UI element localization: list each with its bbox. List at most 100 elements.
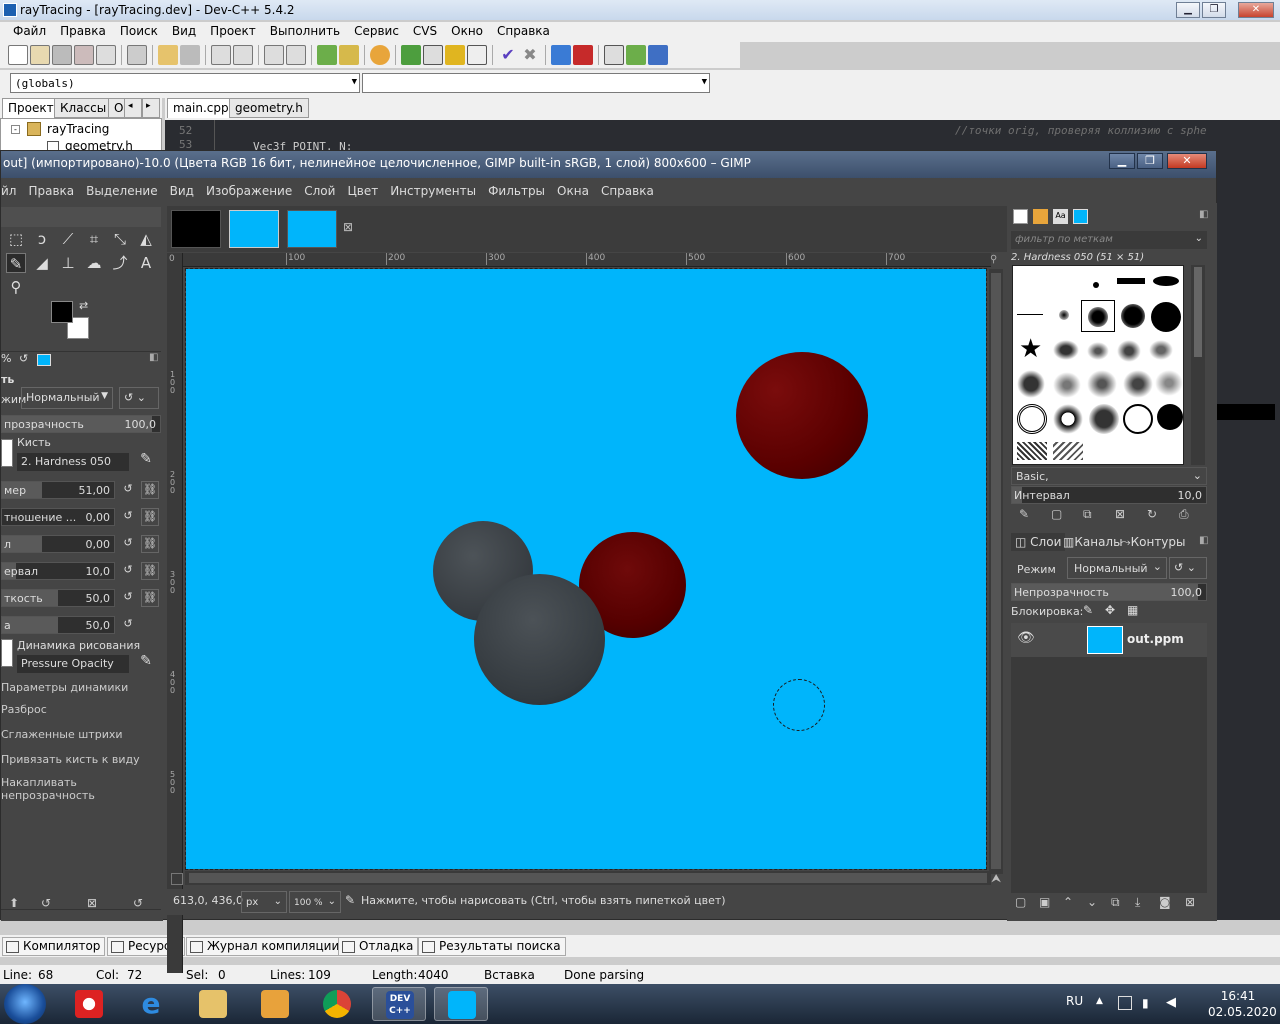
- tab-compile-log[interactable]: Журнал компиляции: [186, 937, 345, 956]
- edit-brush-action-icon[interactable]: ✎: [1019, 507, 1029, 521]
- menu-view[interactable]: Вид: [165, 22, 203, 42]
- compile-icon[interactable]: [401, 45, 421, 65]
- taskbar-app-media[interactable]: [248, 987, 302, 1021]
- eye-icon[interactable]: 👁: [1017, 630, 1035, 646]
- profile-icon[interactable]: [551, 45, 571, 65]
- class-browser-icon[interactable]: [604, 45, 624, 65]
- force-spin[interactable]: а 50,0: [1, 616, 115, 634]
- compile-run-icon[interactable]: [445, 45, 465, 65]
- raise-layer-icon[interactable]: ⌃: [1063, 895, 1073, 909]
- brush-item[interactable]: [1123, 404, 1153, 434]
- taskbar-app-ie[interactable]: e: [124, 987, 178, 1021]
- gimp-menu-tools[interactable]: Инструменты: [384, 181, 482, 203]
- dynamics-params-expander[interactable]: Параметры динамики: [1, 681, 128, 694]
- tool-presets-icon[interactable]: %: [1, 352, 11, 365]
- link-icon[interactable]: ⛓: [141, 589, 159, 607]
- gimp-menu-edit[interactable]: Правка: [22, 181, 80, 203]
- brush-item[interactable]: [1153, 276, 1179, 286]
- paths-icon[interactable]: ⤴: [110, 253, 130, 273]
- devcpp-maximize-button[interactable]: ❐: [1202, 2, 1226, 18]
- gimp-maximize-button[interactable]: ❐: [1137, 153, 1163, 169]
- text-tool-icon[interactable]: A: [136, 253, 156, 273]
- layers-dock-menu-icon[interactable]: ◧: [1199, 535, 1208, 546]
- tag-filter-input[interactable]: фильтр по меткам ⌄: [1011, 231, 1207, 249]
- close-file-icon[interactable]: [96, 45, 116, 65]
- hardness-spin[interactable]: ткость 50,0: [1, 589, 115, 607]
- brush-item[interactable]: [1017, 314, 1043, 315]
- size-spin[interactable]: мер 51,00: [1, 481, 115, 499]
- brush-grid[interactable]: ★: [1012, 265, 1184, 465]
- gimp-menu-help[interactable]: Справка: [595, 181, 660, 203]
- gimp-menu-view[interactable]: Вид: [164, 181, 200, 203]
- taskbar-app-first-aid[interactable]: [62, 987, 116, 1021]
- foreground-color-swatch[interactable]: [51, 301, 73, 323]
- tab-layers[interactable]: ◫ Слои: [1011, 533, 1066, 551]
- taskbar-app-chrome[interactable]: [310, 987, 364, 1021]
- menu-tools[interactable]: Сервис: [347, 22, 406, 42]
- crop-icon[interactable]: ⌗: [84, 229, 104, 249]
- reset-icon[interactable]: ↺: [119, 508, 137, 526]
- reset-icon[interactable]: ↺: [119, 589, 137, 607]
- undo-icon[interactable]: [158, 45, 178, 65]
- gimp-menu-windows[interactable]: Окна: [551, 181, 595, 203]
- brush-item[interactable]: [1053, 340, 1079, 360]
- save-icon[interactable]: [52, 45, 72, 65]
- image-canvas[interactable]: [185, 268, 987, 870]
- link-icon[interactable]: ⛓: [141, 481, 159, 499]
- collapse-icon[interactable]: -: [11, 125, 20, 134]
- syntax-check-icon[interactable]: ✔: [498, 45, 518, 65]
- brushes-tab-icon[interactable]: [1013, 209, 1028, 224]
- gimp-menu-image[interactable]: Изображение: [200, 181, 298, 203]
- menu-project[interactable]: Проект: [203, 22, 263, 42]
- tab-paths[interactable]: ⤳Контуры: [1117, 533, 1190, 552]
- layer-row[interactable]: 👁 out.ppm: [1011, 623, 1207, 657]
- brush-item[interactable]: [1093, 282, 1099, 288]
- tray-language[interactable]: RU: [1066, 994, 1083, 1008]
- print-icon[interactable]: [127, 45, 147, 65]
- brush-item[interactable]: [1155, 370, 1183, 396]
- goto-line-icon[interactable]: [264, 45, 284, 65]
- brush-item[interactable]: [1017, 442, 1047, 460]
- duplicate-layer-icon[interactable]: ⧉: [1111, 895, 1120, 910]
- clone-icon[interactable]: ⊥: [58, 253, 78, 273]
- brush-item[interactable]: [1121, 304, 1145, 328]
- reset-options-icon[interactable]: ↺: [133, 896, 143, 910]
- lock-pixels-icon[interactable]: ✎: [1083, 603, 1093, 617]
- edit-dynamics-icon[interactable]: ✎: [137, 653, 155, 671]
- brush-name-field[interactable]: 2. Hardness 050: [17, 453, 129, 471]
- devcpp-close-button[interactable]: ✕: [1238, 2, 1274, 18]
- mode-select[interactable]: Нормальный ▼: [21, 387, 113, 409]
- brush-item[interactable]: [1149, 340, 1173, 360]
- tab-debug[interactable]: Отладка: [338, 937, 419, 956]
- stop-icon[interactable]: ✖: [520, 45, 540, 65]
- find-icon[interactable]: [211, 45, 231, 65]
- tree-root[interactable]: rayTracing: [47, 122, 109, 136]
- tab-search-results[interactable]: Результаты поиска: [418, 937, 566, 956]
- spacing-spin[interactable]: ервал 10,0: [1, 562, 115, 580]
- brush-item[interactable]: [1017, 370, 1045, 398]
- brush-item[interactable]: [1059, 310, 1069, 320]
- brush-item[interactable]: [1089, 404, 1119, 434]
- horizontal-scroll-thumb[interactable]: [189, 873, 987, 883]
- tab-compiler[interactable]: Компилятор: [2, 937, 106, 956]
- tray-clock[interactable]: 16:41 02.05.2020: [1208, 988, 1277, 1020]
- project-options-icon[interactable]: [370, 45, 390, 65]
- signal-icon[interactable]: ▮: [1142, 996, 1149, 1010]
- patterns-tab-icon[interactable]: [1033, 209, 1048, 224]
- image-tab-black[interactable]: [171, 210, 221, 248]
- open-file-icon[interactable]: [30, 45, 50, 65]
- brush-grid-scrollbar[interactable]: [1191, 265, 1205, 465]
- reset-icon[interactable]: ↺: [119, 616, 137, 634]
- smudge-icon[interactable]: ☁: [84, 253, 104, 273]
- link-icon[interactable]: ⛓: [141, 562, 159, 580]
- run-icon[interactable]: [423, 45, 443, 65]
- canvas-horizontal-scrollbar[interactable]: [185, 871, 991, 885]
- tab-geometry-h[interactable]: geometry.h: [229, 98, 309, 118]
- gimp-menu-filters[interactable]: Фильтры: [482, 181, 551, 203]
- restore-options-icon[interactable]: ↺: [41, 896, 51, 910]
- star-brush-icon[interactable]: ★: [1019, 334, 1042, 364]
- eraser-icon[interactable]: ◢: [32, 253, 52, 273]
- brush-item[interactable]: [1117, 340, 1141, 362]
- menu-search[interactable]: Поиск: [113, 22, 165, 42]
- tab-scroll-left-icon[interactable]: ◂: [124, 98, 142, 118]
